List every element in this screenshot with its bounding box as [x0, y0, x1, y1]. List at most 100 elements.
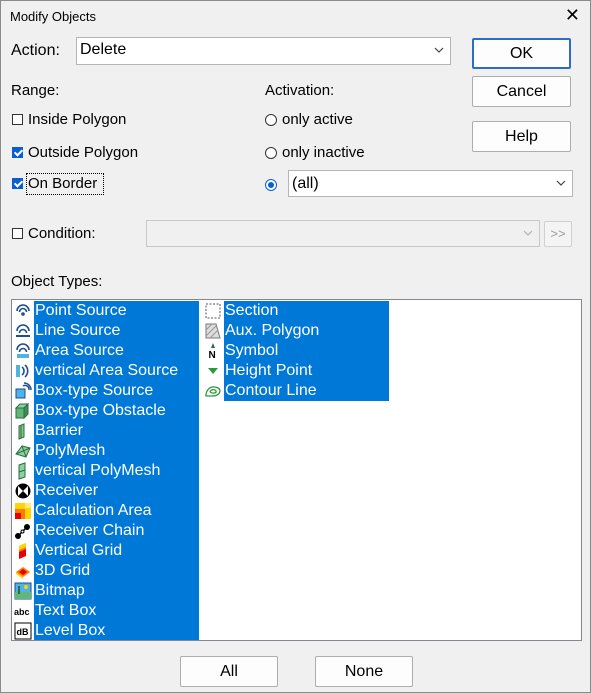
box-source-icon	[14, 382, 32, 400]
polymesh-icon	[14, 442, 32, 460]
list-item[interactable]: Height Point	[202, 361, 389, 381]
list-item[interactable]: Receiver Chain	[12, 521, 199, 541]
condition-select[interactable]	[146, 220, 540, 247]
list-item-label: Box-type Obstacle	[34, 401, 199, 421]
inside-polygon-checkbox[interactable]	[12, 114, 23, 125]
list-item[interactable]: Line Source	[12, 321, 199, 341]
list-item[interactable]: dB Level Box	[12, 621, 199, 640]
object-types-label: Object Types:	[11, 273, 103, 290]
list-item[interactable]: Aux. Polygon	[202, 321, 389, 341]
only-inactive-radio[interactable]	[265, 147, 277, 159]
list-item-label: Area Source	[34, 341, 199, 361]
action-value: Delete	[80, 41, 127, 58]
select-all-button[interactable]: All	[180, 656, 278, 687]
level-box-icon-text: dB	[17, 627, 29, 637]
list-item-label: vertical Area Source	[34, 361, 199, 381]
list-item-label: Point Source	[34, 301, 199, 321]
height-point-icon	[204, 362, 222, 380]
contour-line-icon	[204, 382, 222, 400]
cancel-button[interactable]: Cancel	[472, 76, 571, 107]
activation-value: (all)	[292, 175, 319, 192]
area-source-icon	[14, 342, 32, 360]
condition-label[interactable]: Condition:	[28, 225, 96, 242]
aux-polygon-icon	[204, 322, 222, 340]
list-item-label: Vertical Grid	[34, 541, 199, 561]
list-item[interactable]: Contour Line	[202, 381, 389, 401]
symbol-icon: N	[204, 342, 222, 361]
list-item-label: PolyMesh	[34, 441, 199, 461]
outside-polygon-checkbox[interactable]	[12, 147, 23, 158]
calculation-area-icon	[14, 502, 32, 520]
list-item[interactable]: abc Text Box	[12, 601, 199, 621]
modify-objects-dialog: Modify Objects ✕ Action: Delete OK Cance…	[0, 0, 591, 693]
point-source-icon	[14, 302, 32, 320]
box-obstacle-icon	[14, 402, 32, 420]
text-box-icon: abc	[14, 602, 32, 620]
title-bar: Modify Objects ✕	[1, 1, 590, 33]
list-item[interactable]: Barrier	[12, 421, 199, 441]
list-item[interactable]: Box-type Obstacle	[12, 401, 199, 421]
activation-select[interactable]: (all)	[288, 170, 573, 197]
line-source-icon	[14, 322, 32, 340]
vertical-grid-icon	[14, 542, 32, 560]
select-none-button[interactable]: None	[315, 656, 413, 687]
level-box-icon: dB	[14, 622, 32, 640]
list-item-label: Box-type Source	[34, 381, 199, 401]
barrier-icon	[14, 422, 32, 440]
only-active-radio[interactable]	[265, 114, 277, 126]
list-item-label: Text Box	[34, 601, 199, 621]
list-item-label: Bitmap	[34, 581, 199, 601]
object-types-column-2: Section Aux. Polygon N Symbol Height Poi…	[202, 301, 389, 401]
list-item-label: 3D Grid	[34, 561, 199, 581]
bitmap-icon	[14, 582, 32, 600]
list-item-label: Receiver	[34, 481, 199, 501]
list-item[interactable]: Vertical Grid	[12, 541, 199, 561]
list-item[interactable]: Bitmap	[12, 581, 199, 601]
object-types-list[interactable]: Point Source Line Source Area Source ver…	[11, 299, 582, 641]
list-item-label: Contour Line	[224, 381, 389, 401]
list-item-label: Section	[224, 301, 389, 321]
3d-grid-icon	[14, 562, 32, 580]
vertical-polymesh-icon	[14, 462, 32, 480]
outside-polygon-label[interactable]: Outside Polygon	[28, 144, 138, 161]
list-item[interactable]: vertical Area Source	[12, 361, 199, 381]
list-item[interactable]: 3D Grid	[12, 561, 199, 581]
chevron-down-icon	[434, 47, 444, 53]
list-item-label: Calculation Area	[34, 501, 199, 521]
list-item[interactable]: vertical PolyMesh	[12, 461, 199, 481]
ok-button[interactable]: OK	[472, 38, 571, 69]
chevron-down-icon	[523, 230, 533, 236]
range-label: Range:	[11, 82, 60, 99]
list-item[interactable]: Calculation Area	[12, 501, 199, 521]
list-item[interactable]: PolyMesh	[12, 441, 199, 461]
only-active-label[interactable]: only active	[282, 111, 353, 128]
only-inactive-label[interactable]: only inactive	[282, 144, 365, 161]
list-item[interactable]: Point Source	[12, 301, 199, 321]
list-item-label: Line Source	[34, 321, 199, 341]
list-item[interactable]: Receiver	[12, 481, 199, 501]
list-item-label: Level Box	[34, 621, 199, 640]
list-item[interactable]: Area Source	[12, 341, 199, 361]
symbol-icon-text: N	[209, 350, 216, 360]
list-item-label: vertical PolyMesh	[34, 461, 199, 481]
close-icon[interactable]: ✕	[565, 5, 580, 25]
inside-polygon-label[interactable]: Inside Polygon	[28, 111, 126, 128]
list-item[interactable]: Section	[202, 301, 389, 321]
on-border-label[interactable]: On Border	[28, 175, 97, 192]
object-types-column-1: Point Source Line Source Area Source ver…	[12, 301, 199, 640]
condition-checkbox[interactable]	[12, 228, 23, 239]
list-item[interactable]: Box-type Source	[12, 381, 199, 401]
action-select[interactable]: Delete	[76, 37, 451, 65]
list-item-label: Receiver Chain	[34, 521, 199, 541]
list-item-label: Height Point	[224, 361, 389, 381]
help-button[interactable]: Help	[472, 121, 571, 152]
on-border-checkbox[interactable]	[12, 178, 23, 189]
list-item-label: Aux. Polygon	[224, 321, 389, 341]
text-box-icon-text: abc	[14, 607, 30, 617]
receiver-chain-icon	[14, 522, 32, 540]
all-activation-radio[interactable]	[265, 179, 277, 191]
condition-more-button[interactable]: >>	[544, 221, 572, 247]
receiver-icon	[14, 482, 32, 500]
list-item[interactable]: N Symbol	[202, 341, 389, 361]
window-title: Modify Objects	[10, 9, 96, 24]
